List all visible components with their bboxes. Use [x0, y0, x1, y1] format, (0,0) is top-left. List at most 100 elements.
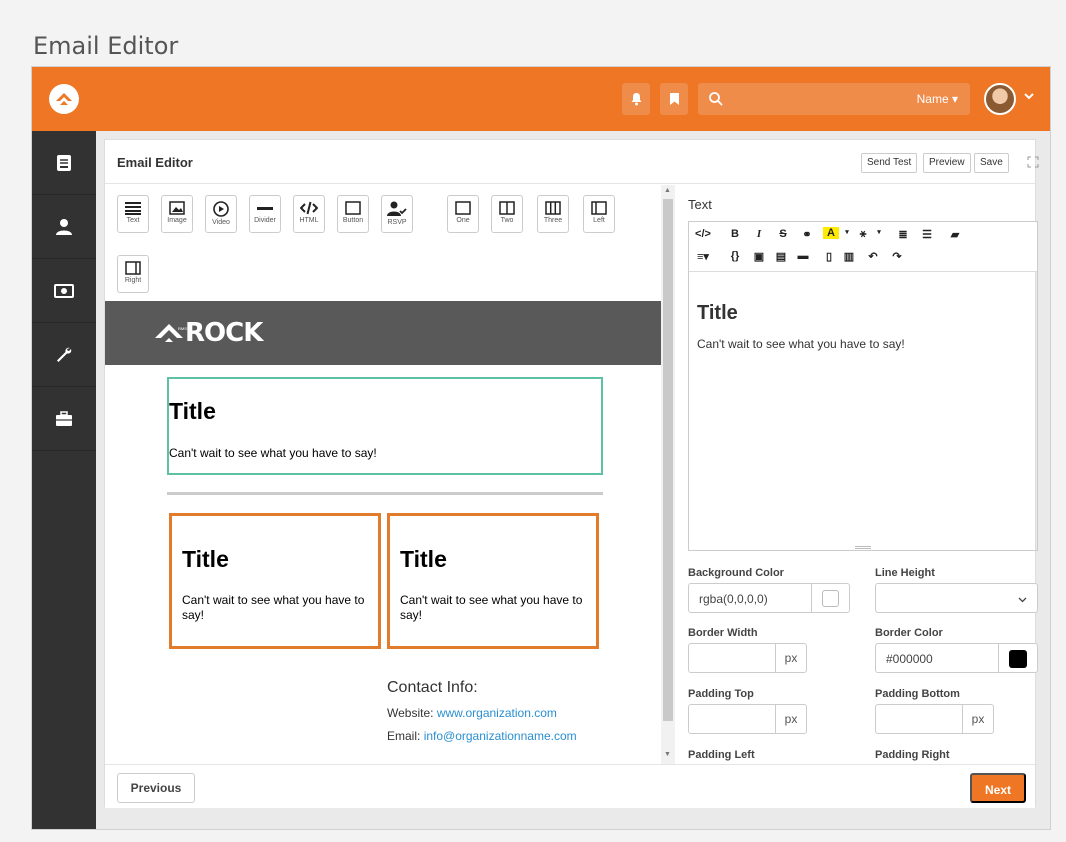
sidebar-item-finance[interactable] [32, 259, 96, 323]
border-width-unit: px [775, 643, 807, 673]
magic-wand-icon[interactable]: ⚹ [855, 228, 871, 241]
text-block-title: Title [169, 398, 216, 424]
braces-icon[interactable]: {} [727, 250, 743, 262]
unordered-list-icon[interactable]: ☰ [919, 228, 935, 241]
layout-right[interactable]: Right [117, 255, 149, 293]
background-color-swatch[interactable] [811, 583, 850, 613]
highlight-icon[interactable]: A [823, 227, 839, 239]
column-block-right[interactable]: Title Can't wait to see what you have to… [387, 513, 599, 649]
layout-two[interactable]: Two [491, 195, 523, 233]
rte-content[interactable]: Title Can't wait to see what you have to… [697, 302, 905, 351]
border-color-swatch[interactable] [998, 643, 1038, 673]
component-rsvp[interactable]: RSVP [381, 195, 413, 233]
chevron-down-icon [1018, 597, 1027, 603]
panel-title: Email Editor [117, 155, 193, 170]
rock-logo-icon[interactable] [48, 83, 80, 115]
preview-button[interactable]: Preview [923, 153, 971, 173]
search-input[interactable]: Name ▾ [698, 83, 970, 115]
component-button[interactable]: Button [337, 195, 369, 233]
paste-icon[interactable]: ▯ [821, 250, 837, 263]
email-editor-panel: Email Editor Send Test Preview Save Text [104, 139, 1039, 808]
bold-icon[interactable]: B [727, 228, 743, 240]
selected-text-block[interactable]: Title Can't wait to see what you have to… [167, 377, 603, 475]
code-view-icon[interactable]: </> [695, 228, 711, 240]
contact-info-block[interactable]: Contact Info: Website: www.organization.… [387, 679, 577, 752]
scroll-up-arrow-icon[interactable]: ▲ [664, 187, 671, 194]
padding-bottom-label: Padding Bottom [875, 688, 960, 700]
component-text[interactable]: Text [117, 195, 149, 233]
scroll-thumb[interactable] [663, 199, 673, 721]
send-test-button[interactable]: Send Test [861, 153, 918, 173]
eraser-icon[interactable]: ▰ [947, 228, 963, 241]
sidebar-item-content[interactable] [32, 131, 96, 195]
color-dropdown-icon[interactable]: ▾ [839, 228, 855, 236]
notifications-button[interactable] [622, 83, 650, 115]
sidebar-item-tools[interactable] [32, 323, 96, 387]
text-icon [125, 202, 141, 215]
undo-icon[interactable]: ↶ [865, 250, 881, 263]
layout-left[interactable]: Left [583, 195, 615, 233]
expand-icon[interactable] [1027, 156, 1039, 168]
save-button[interactable]: Save [974, 153, 1009, 173]
ordered-list-icon[interactable]: ≣ [895, 228, 911, 241]
next-button[interactable]: Next [970, 773, 1026, 803]
background-color-input[interactable]: rgba(0,0,0,0) [688, 583, 812, 613]
layout-one[interactable]: One [447, 195, 479, 233]
border-color-label: Border Color [875, 627, 943, 639]
border-width-input[interactable] [688, 643, 776, 673]
folder-icon[interactable]: ▬ [795, 250, 811, 262]
component-html[interactable]: HTML [293, 195, 325, 233]
image-insert-icon[interactable]: ▣ [751, 250, 767, 263]
website-link[interactable]: www.organization.com [437, 706, 557, 720]
layout-one-icon [455, 201, 471, 215]
layout-left-icon [591, 201, 607, 215]
email-link[interactable]: info@organizationname.com [424, 729, 577, 743]
align-icon[interactable]: ≡▾ [695, 250, 711, 263]
avatar[interactable] [984, 83, 1016, 115]
page-caption: Email Editor [33, 32, 179, 60]
background-color-label: Background Color [688, 567, 784, 579]
italic-icon[interactable]: I [751, 228, 767, 240]
padding-bottom-input[interactable] [875, 704, 963, 734]
component-video[interactable]: Video [205, 195, 237, 233]
component-image[interactable]: Image [161, 195, 193, 233]
layout-two-icon [499, 201, 515, 215]
rich-text-editor[interactable]: </> B I S ⚭ A ▾ ⚹ ▾ ≣ ☰ ▰ ≡▾ {} ▣ ▤ ▬ ▯ … [688, 221, 1038, 551]
divider-icon [257, 207, 273, 210]
text-block-body: Can't wait to see what you have to say! [169, 446, 377, 460]
line-height-select[interactable] [875, 583, 1038, 613]
email-header-block[interactable]: ROCK RMS [105, 301, 663, 365]
chevron-down-icon[interactable] [1022, 89, 1036, 103]
link-icon[interactable]: ⚭ [799, 228, 815, 241]
resize-grip[interactable] [855, 546, 871, 549]
canvas-scrollbar[interactable]: ▲ ▼ [661, 185, 675, 764]
border-color-input[interactable]: #000000 [875, 643, 999, 673]
button-icon [345, 201, 361, 215]
video-icon [213, 201, 229, 217]
paste-word-icon[interactable]: ▥ [841, 250, 857, 263]
image-icon [169, 201, 185, 215]
document-icon[interactable]: ▤ [773, 250, 789, 263]
layout-three[interactable]: Three [537, 195, 569, 233]
column-block-left[interactable]: Title Can't wait to see what you have to… [169, 513, 381, 649]
layout-three-icon [545, 201, 561, 215]
padding-left-label: Padding Left [688, 749, 755, 761]
sidebar-item-people[interactable] [32, 195, 96, 259]
style-dropdown-icon[interactable]: ▾ [871, 228, 887, 236]
rte-toolbar: </> B I S ⚭ A ▾ ⚹ ▾ ≣ ☰ ▰ ≡▾ {} ▣ ▤ ▬ ▯ … [689, 222, 1037, 272]
panel-header: Email Editor Send Test Preview Save [105, 140, 1039, 184]
previous-button[interactable]: Previous [117, 773, 195, 803]
email-canvas: Text Image Video Divider HTML Button RSV… [105, 185, 675, 764]
money-icon [54, 283, 74, 298]
divider-block[interactable] [167, 492, 603, 495]
redo-icon[interactable]: ↷ [889, 250, 905, 263]
scroll-down-arrow-icon[interactable]: ▼ [664, 751, 671, 758]
padding-top-input[interactable] [688, 704, 776, 734]
strikethrough-icon[interactable]: S [775, 228, 791, 240]
bookmarks-button[interactable] [660, 83, 688, 115]
component-divider[interactable]: Divider [249, 195, 281, 233]
bookmark-icon [669, 93, 679, 105]
padding-right-label: Padding Right [875, 749, 950, 761]
sidebar-item-admin[interactable] [32, 387, 96, 451]
search-scope-dropdown[interactable]: Name ▾ [917, 92, 958, 106]
